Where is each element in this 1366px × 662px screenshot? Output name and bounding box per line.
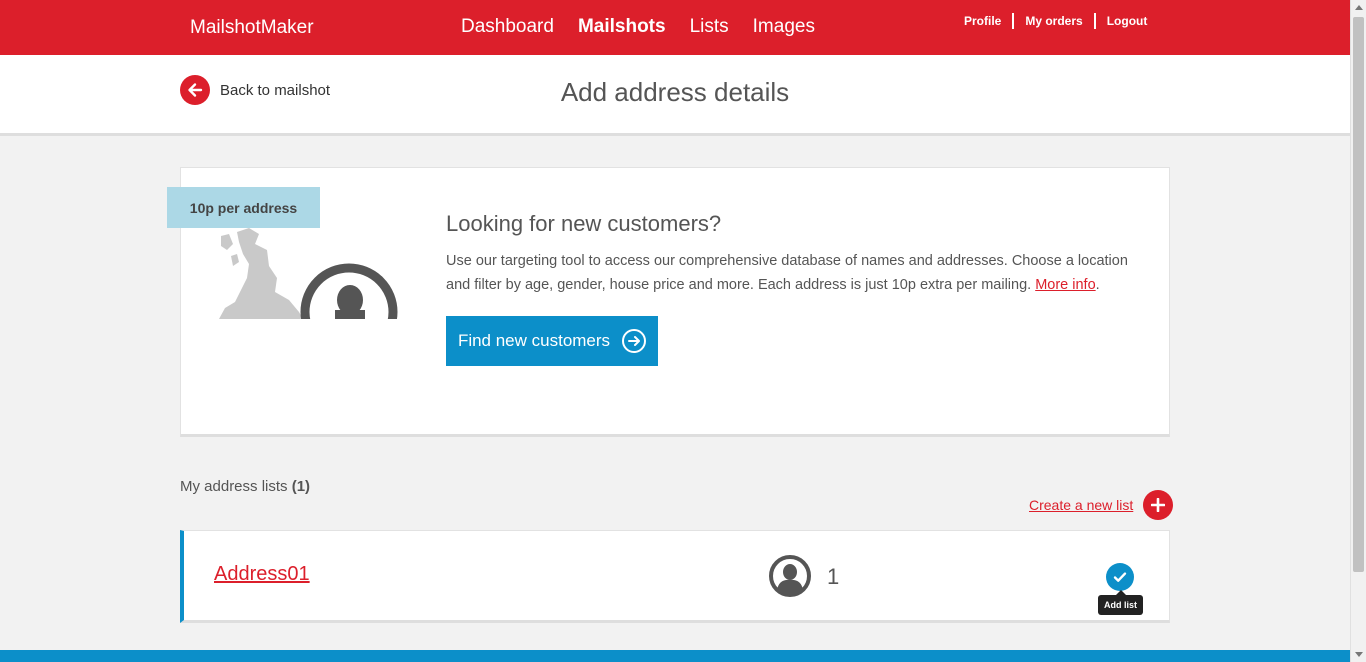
scroll-down-icon[interactable]: [1355, 652, 1363, 657]
arrow-right-circle-icon: [622, 329, 647, 353]
footer-strip: [0, 650, 1350, 662]
targeting-promo-card: 10p per address Looking for new customer…: [167, 167, 1170, 437]
profile-link[interactable]: Profile: [964, 14, 1001, 28]
create-new-list-label[interactable]: Create a new list: [1029, 497, 1133, 513]
scrollbar-thumb[interactable]: [1353, 17, 1364, 572]
nav-dashboard[interactable]: Dashboard: [461, 16, 554, 38]
scroll-up-icon[interactable]: [1355, 5, 1363, 10]
address-lists-heading-label: My address lists: [180, 478, 288, 495]
my-orders-link[interactable]: My orders: [1025, 14, 1082, 28]
logout-link[interactable]: Logout: [1107, 14, 1148, 28]
nav-images[interactable]: Images: [753, 16, 815, 38]
page-scrollbar[interactable]: [1350, 0, 1366, 662]
plus-circle-icon[interactable]: [1143, 490, 1174, 520]
user-nav: Profile My orders Logout: [964, 13, 1147, 29]
brand-logo[interactable]: MailshotMaker: [190, 17, 314, 39]
address-list-row: Address01 1 Add list: [180, 530, 1170, 623]
user-nav-divider: [1012, 13, 1015, 29]
promo-description: Use our targeting tool to access our com…: [446, 253, 1128, 293]
page-subheader: Back to mailshot Add address details: [0, 55, 1350, 136]
address-count: 1: [827, 564, 840, 589]
nav-lists[interactable]: Lists: [690, 16, 729, 38]
uk-map-person-illustration: [219, 226, 399, 361]
nav-mailshots[interactable]: Mailshots: [578, 16, 666, 38]
price-tag-badge: 10p per address: [167, 187, 320, 228]
main-nav: Dashboard Mailshots Lists Images: [461, 16, 839, 38]
promo-title: Looking for new customers?: [446, 211, 722, 236]
add-list-tooltip: Add list: [1098, 590, 1143, 615]
address-lists-count: (1): [291, 478, 311, 495]
user-avatar-icon: [769, 555, 811, 602]
promo-body: Use our targeting tool to access our com…: [446, 253, 1128, 293]
add-list-button[interactable]: [1106, 563, 1134, 591]
user-nav-divider: [1093, 13, 1096, 29]
create-new-list-link[interactable]: Create a new list: [1029, 490, 1174, 520]
checkmark-circle-icon: [1113, 572, 1127, 582]
find-new-customers-button[interactable]: Find new customers: [446, 316, 658, 366]
address-list-name-link[interactable]: Address01: [214, 563, 310, 586]
find-button-label: Find new customers: [457, 331, 611, 350]
page-title: Add address details: [560, 77, 790, 107]
top-navbar: MailshotMaker Dashboard Mailshots Lists …: [0, 0, 1350, 55]
more-info-link[interactable]: More info: [1035, 277, 1095, 293]
address-lists-heading: My address lists (1): [180, 478, 310, 495]
